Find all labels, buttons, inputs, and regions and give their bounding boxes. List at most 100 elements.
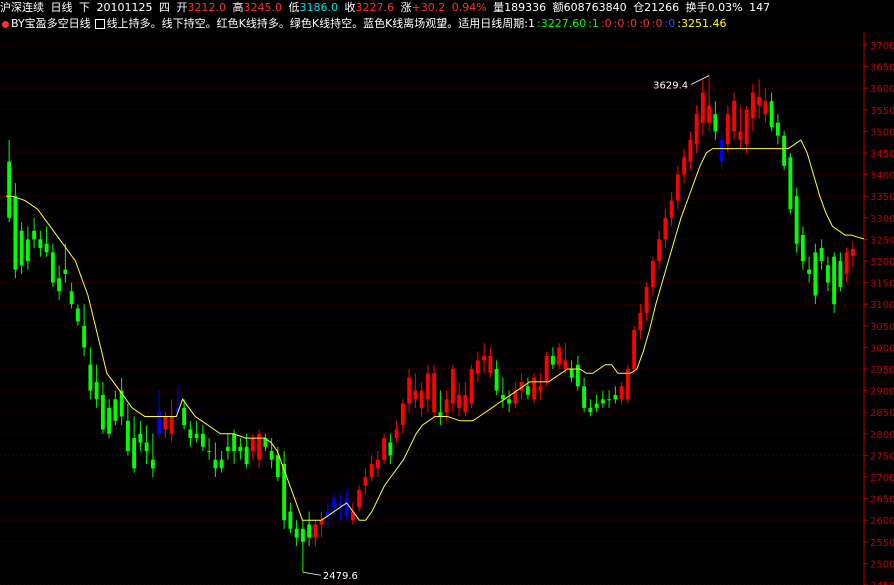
candle-body	[638, 312, 643, 331]
candle-body	[794, 196, 799, 244]
y-tick-label: 3500	[870, 127, 894, 138]
candle-body	[757, 96, 762, 106]
low-annotation-leader	[302, 571, 321, 576]
candle-body	[413, 390, 418, 400]
candle-body	[400, 403, 405, 426]
candle-body	[144, 442, 149, 452]
candle-body	[100, 394, 105, 430]
candle-body	[388, 442, 393, 456]
candle-body	[763, 101, 768, 115]
candle-body	[682, 157, 687, 175]
candle-body	[125, 420, 130, 452]
candle-body	[163, 416, 168, 430]
candle-body	[244, 446, 249, 465]
candle-body	[644, 286, 649, 313]
candle-body	[250, 438, 255, 452]
candle-body	[557, 347, 562, 365]
candle-body	[394, 429, 399, 439]
candle-body	[207, 451, 212, 453]
candle-body	[369, 464, 374, 477]
candle-body	[563, 360, 568, 369]
candle-body	[269, 451, 274, 460]
y-tick-label: 3200	[870, 257, 894, 268]
y-tick-label: 2950	[870, 365, 894, 376]
candle-body	[50, 252, 55, 283]
y-tick-label: 3150	[870, 279, 894, 290]
candle-body	[238, 446, 243, 452]
candle-body	[425, 373, 430, 400]
candle-body	[663, 217, 668, 240]
candle-body	[619, 386, 624, 400]
candle-body	[463, 394, 468, 413]
candle-body	[832, 256, 837, 305]
candle-body	[650, 260, 655, 287]
candle-body	[844, 252, 849, 274]
candle-body	[438, 412, 443, 417]
candle-body	[838, 260, 843, 287]
candle-body	[307, 524, 312, 538]
candle-body	[669, 200, 674, 218]
candle-body	[575, 364, 580, 387]
candle-body	[507, 399, 512, 404]
y-tick-label: 2850	[870, 408, 894, 419]
candle-body	[744, 109, 749, 145]
candle-body	[288, 511, 293, 529]
candle-body	[775, 122, 780, 136]
candle-body	[157, 412, 162, 434]
high-annotation-label: 3629.4	[653, 80, 688, 91]
candle-body	[550, 356, 555, 365]
candle-body	[344, 498, 349, 516]
candle-body	[225, 446, 230, 452]
candlestick-chart[interactable]: 2450 2500 2550 2600 2650 2700 2750 2800 2850 2900…	[0, 0, 894, 585]
y-tick-label: 3700	[870, 41, 894, 52]
candle-body	[7, 161, 12, 218]
candle-body	[657, 239, 662, 261]
candle-body	[200, 433, 205, 447]
candle-body	[44, 243, 49, 253]
candle-body	[538, 386, 543, 391]
candle-body	[494, 368, 499, 391]
candle-body	[544, 356, 549, 382]
y-tick-label: 3400	[870, 171, 894, 182]
candle-body	[800, 235, 805, 261]
candle-body	[457, 394, 462, 408]
candle-body	[219, 459, 224, 469]
candle-body	[694, 114, 699, 145]
candle-body	[19, 230, 24, 266]
candle-body	[588, 407, 593, 413]
candle-body	[825, 265, 830, 283]
candle-body	[169, 416, 174, 434]
candle-body	[188, 429, 193, 439]
candle-body	[294, 528, 299, 538]
candle-body	[750, 92, 755, 119]
y-tick-label: 3450	[870, 149, 894, 160]
candle-body	[419, 390, 424, 408]
low-annotation-label: 2479.6	[323, 571, 358, 582]
candle-body	[807, 269, 812, 274]
candle-body	[582, 386, 587, 408]
candle-body	[469, 368, 474, 404]
candle-body	[850, 249, 855, 256]
candle-body	[782, 135, 787, 166]
candle-body	[232, 433, 237, 452]
y-tick-label: 2650	[870, 495, 894, 506]
candle-body	[738, 131, 743, 141]
y-tick-label: 3650	[870, 63, 894, 74]
candle-body	[432, 373, 437, 413]
candle-body	[57, 278, 62, 292]
candle-body	[450, 368, 455, 404]
y-tick-label: 2550	[870, 538, 894, 549]
candle-body	[482, 356, 487, 361]
candle-body	[407, 377, 412, 404]
candle-body	[813, 252, 818, 296]
y-tick-label: 3600	[870, 84, 894, 95]
candle-body	[488, 356, 493, 374]
y-tick-label: 2450	[870, 581, 894, 585]
candle-body	[444, 399, 449, 413]
candle-body	[13, 196, 18, 270]
candle-body	[600, 399, 605, 404]
candle-body	[363, 476, 368, 486]
candle-body	[38, 239, 43, 249]
candle-body	[138, 433, 143, 443]
candle-body	[700, 92, 705, 123]
